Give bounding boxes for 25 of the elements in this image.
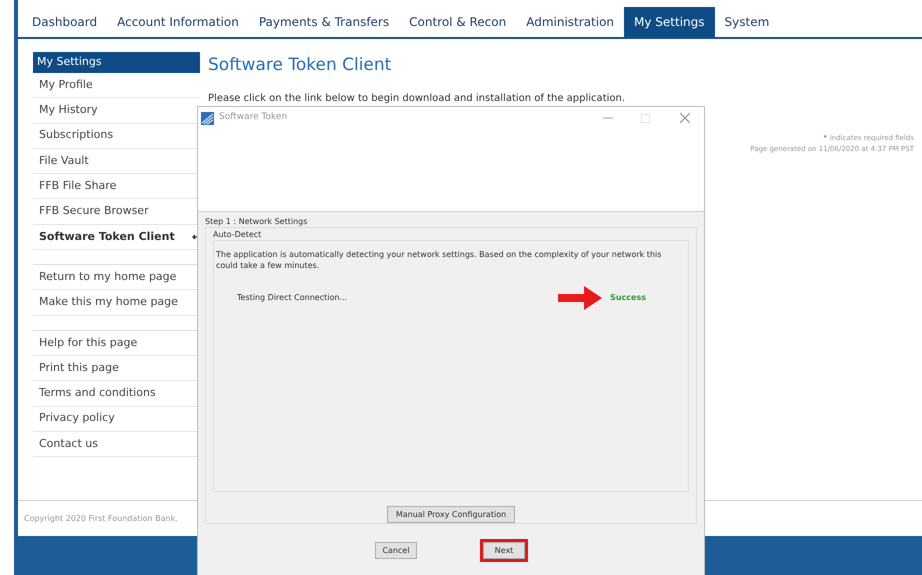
dialog-button[interactable]: Cancel (375, 542, 417, 559)
arrow-icon (558, 286, 602, 310)
copyright-text: Copyright 2020 First Foundation Bank. (24, 512, 178, 524)
test-label: Testing Direct Connection... (237, 292, 348, 304)
nav-tab[interactable]: Account Information (107, 7, 249, 37)
sidebar-header: My Settings (33, 52, 200, 73)
sidebar-link[interactable]: My Profile (33, 73, 200, 98)
nav-tab[interactable]: My Settings (624, 7, 715, 37)
step-legend: Step 1 : Network Settings (205, 217, 697, 227)
nav-tab[interactable]: Dashboard (22, 7, 108, 37)
nav-tab[interactable]: System (714, 7, 780, 37)
dialog-button[interactable]: Next (483, 542, 525, 559)
instruction-text: Please click on the link below to begin download and installation of the application. (208, 92, 626, 106)
page-title: Software Token Client (208, 54, 392, 77)
manual-proxy-button[interactable]: Manual Proxy Configuration (386, 506, 516, 523)
test-result: Success (610, 292, 646, 304)
nav-tab[interactable]: Administration (516, 7, 624, 37)
maximize-icon[interactable] (641, 114, 650, 122)
detect-message: The application is automatically detecting your network settings. Based on the complexity of your network this could take a few minutes. (216, 249, 662, 271)
group-legend: Auto-Detect (213, 230, 689, 240)
close-icon[interactable] (680, 113, 690, 123)
nav-tab[interactable]: Control & Recon (399, 7, 516, 37)
dialog-title: Software Token (219, 111, 288, 124)
nav-tab[interactable]: Payments & Transfers (248, 7, 400, 37)
app-logo-icon (201, 112, 214, 124)
